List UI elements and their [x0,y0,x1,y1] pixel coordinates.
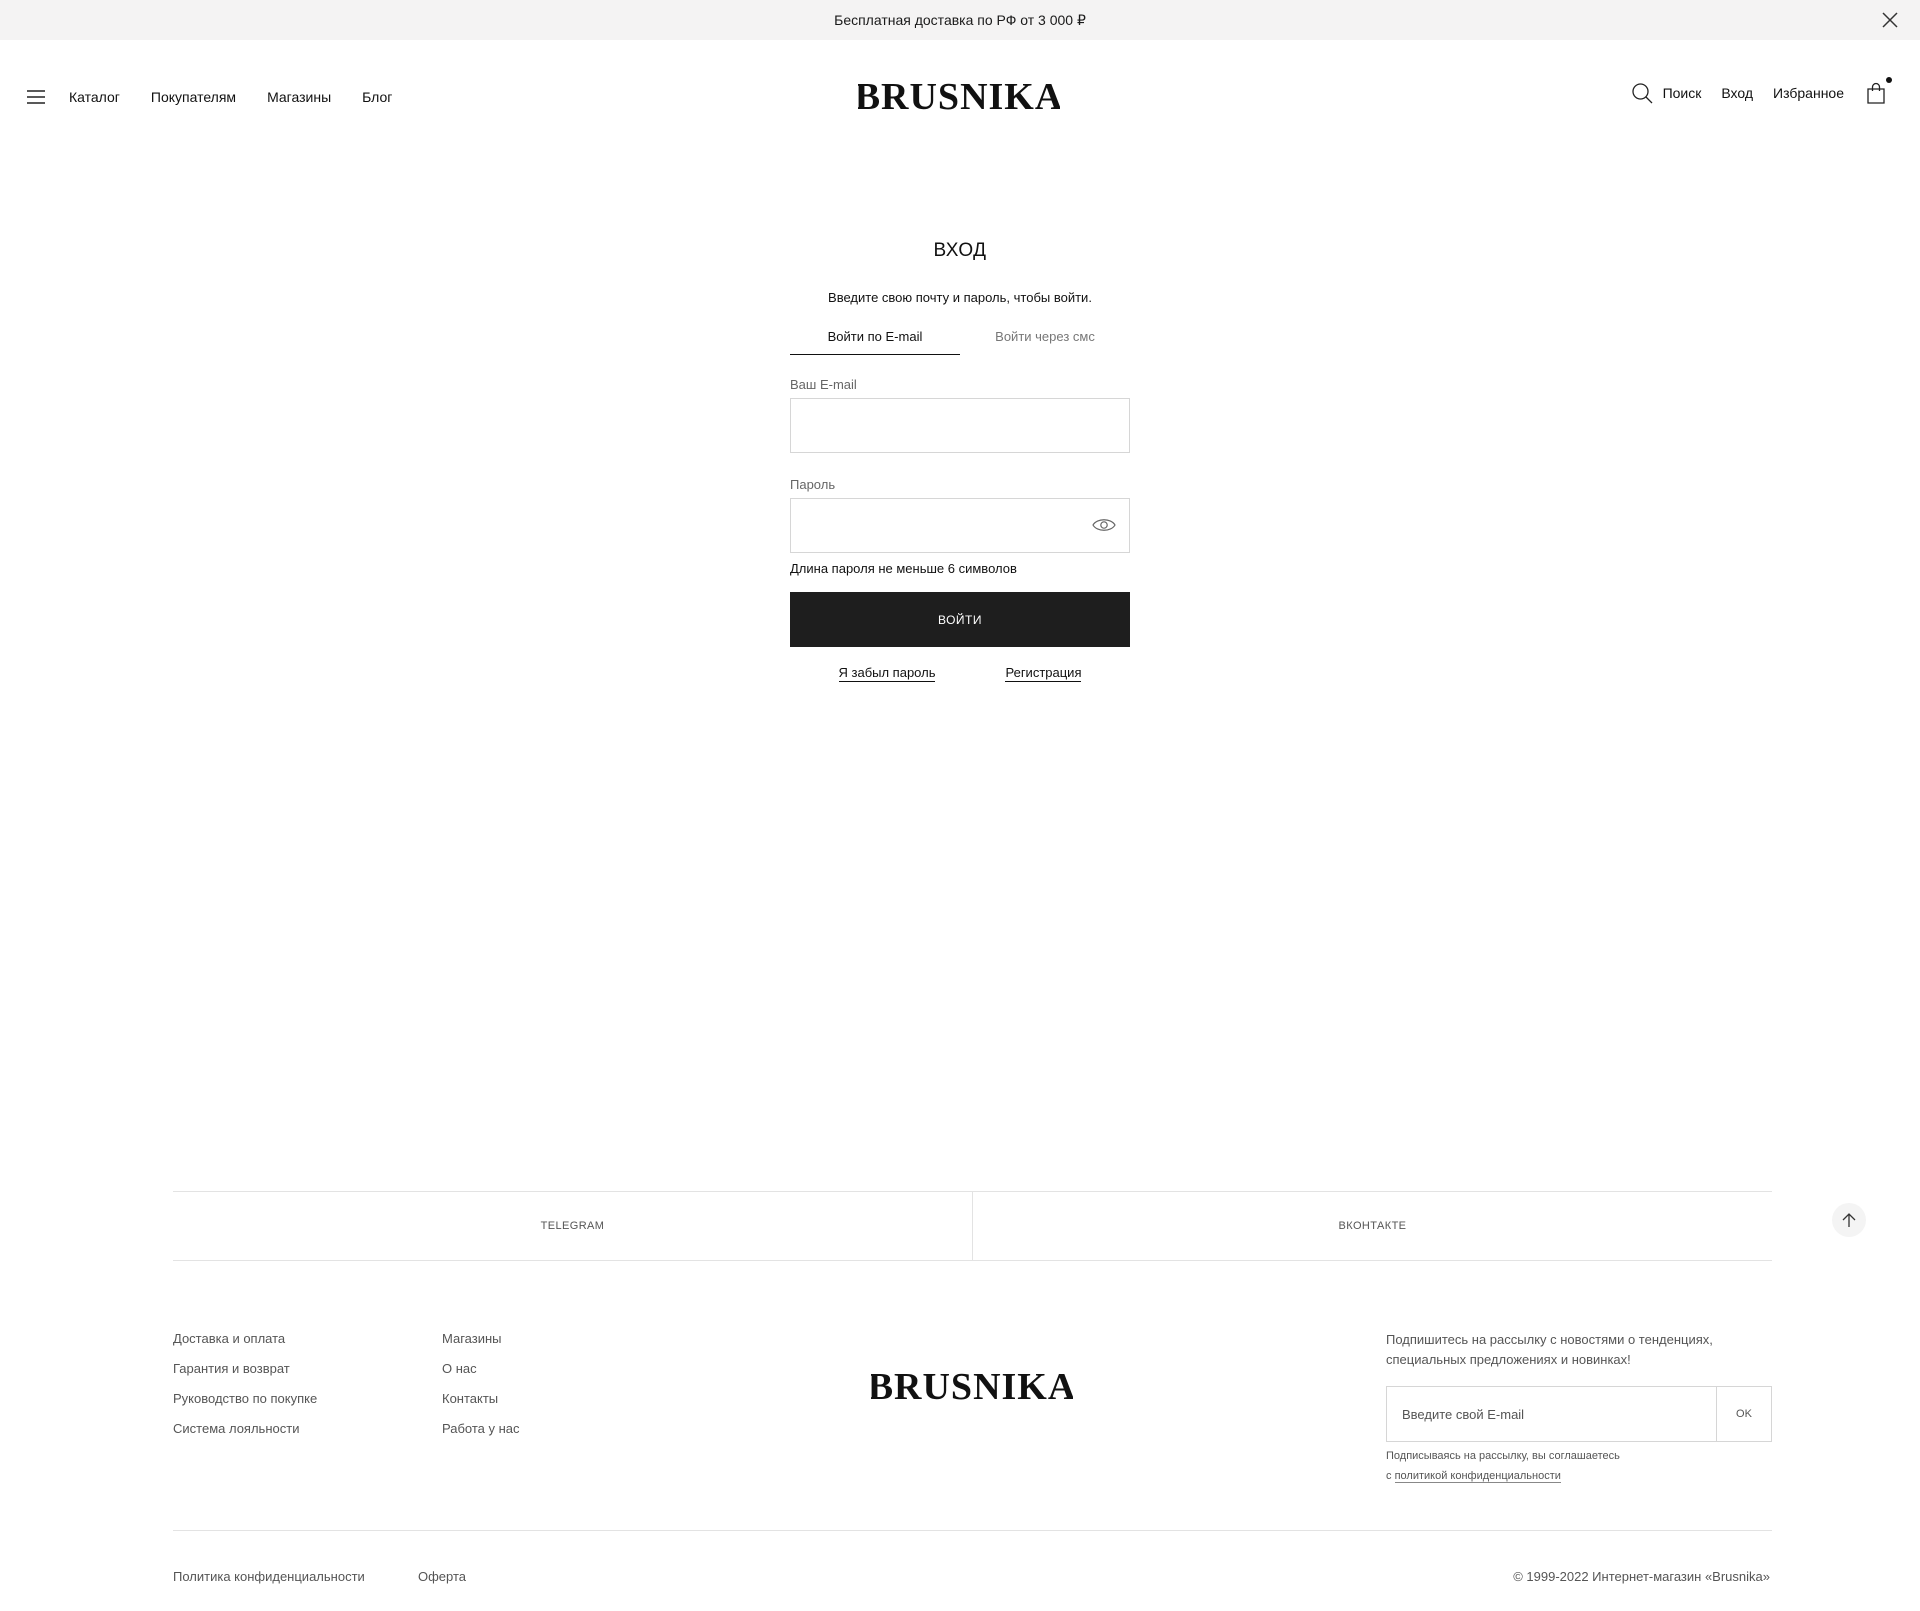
footer-col-customers: Доставка и оплата Гарантия и возврат Рук… [173,1330,317,1450]
search-icon[interactable] [1631,82,1653,104]
search-link[interactable]: Поиск [1663,85,1702,101]
cart-icon [1867,82,1885,104]
close-icon[interactable] [1880,10,1900,30]
nav-stores[interactable]: Магазины [267,89,331,105]
subscribe-ok-button[interactable]: OK [1716,1387,1771,1441]
vk-link[interactable]: ВКОНТАКТЕ [973,1192,1772,1260]
telegram-link[interactable]: TELEGRAM [173,1192,973,1260]
footer-link-contacts[interactable]: Контакты [442,1390,520,1420]
consent-text: Подписываясь на рассылку, вы соглашаетес… [1386,1450,1620,1462]
svg-text:BRUSNIKA: BRUSNIKA [858,76,1060,118]
login-form: ВХОД Введите свою почту и пароль, чтобы … [790,240,1130,682]
password-wrapper [790,498,1130,553]
subscribe-text: Подпишитесь на рассылку с новостями о те… [1386,1332,1713,1367]
footer-link-delivery[interactable]: Доставка и оплата [173,1330,317,1360]
login-intro: Введите свою почту и пароль, чтобы войти… [828,290,1092,305]
email-field[interactable] [790,398,1130,453]
nav-catalog[interactable]: Каталог [69,89,120,105]
social-links: TELEGRAM ВКОНТАКТЕ [173,1191,1772,1261]
subscribe-form: OK [1386,1386,1772,1442]
login-tabs: Войти по E-mail Войти через смс [790,329,1130,355]
footer-offer-link[interactable]: Оферта [418,1569,466,1584]
svg-text:BRUSNIKA: BRUSNIKA [871,1369,1073,1403]
brand-logo[interactable]: BRUSNIKA [858,74,1060,118]
footer-privacy-link[interactable]: Политика конфиденциальности [173,1569,365,1584]
eye-icon[interactable] [1092,516,1116,534]
email-label: Ваш E-mail [790,377,857,392]
register-link[interactable]: Регистрация [1005,665,1082,682]
footer-link-careers[interactable]: Работа у нас [442,1420,520,1450]
footer-col-company: Магазины О нас Контакты Работа у нас [442,1330,520,1450]
copyright-text: © 1999-2022 Интернет-магазин «Brusnika» [1513,1569,1770,1584]
footer-link-about[interactable]: О нас [442,1360,520,1390]
subscribe-consent: Подписываясь на рассылку, вы соглашаетес… [1386,1446,1772,1486]
site-header: Каталог Покупателям Магазины Блог BRUSNI… [0,40,1920,156]
password-hint: Длина пароля не меньше 6 символов [790,561,1017,576]
tab-sms-login[interactable]: Войти через смс [960,329,1130,355]
nav-customers[interactable]: Покупателям [151,89,236,105]
consent-line: с политикой конфиденциальности [1386,1466,1772,1486]
password-field[interactable] [790,498,1130,553]
privacy-policy-link[interactable]: политикой конфиденциальности [1394,1470,1561,1483]
arrow-up-icon [1842,1213,1856,1227]
cart-button[interactable] [1866,77,1892,104]
promo-bar: Бесплатная доставка по РФ от 3 000 ₽ [0,0,1920,40]
footer-link-loyalty[interactable]: Система лояльности [173,1420,317,1450]
footer-bottom: Политика конфиденциальности Оферта © 199… [173,1530,1772,1611]
footer-link-stores[interactable]: Магазины [442,1330,520,1360]
footer-logo[interactable]: BRUSNIKA [871,1369,1073,1403]
footer-link-warranty[interactable]: Гарантия и возврат [173,1360,317,1390]
favorites-link[interactable]: Избранное [1773,85,1844,101]
password-label: Пароль [790,477,836,492]
main-nav: Каталог Покупателям Магазины Блог [69,89,392,105]
forgot-password-link[interactable]: Я забыл пароль [838,665,936,682]
page-title: ВХОД [933,240,987,261]
login-submit-button[interactable]: ВОЙТИ [790,592,1130,647]
consent-prefix: с [1386,1470,1392,1482]
login-link[interactable]: Вход [1721,85,1753,101]
nav-blog[interactable]: Блог [362,89,392,105]
cart-badge-dot [1886,77,1892,83]
login-links: Я забыл пароль Регистрация [790,665,1130,682]
tab-email-login[interactable]: Войти по E-mail [790,329,960,355]
burger-menu-icon[interactable] [26,88,46,106]
footer-link-guide[interactable]: Руководство по покупке [173,1390,317,1420]
promo-text: Бесплатная доставка по РФ от 3 000 ₽ [834,11,1086,28]
newsletter-subscribe: Подпишитесь на рассылку с новостями о те… [1386,1330,1772,1486]
header-actions: Поиск Вход Избранное [1631,77,1892,104]
subscribe-email-input[interactable] [1387,1387,1716,1441]
scroll-top-button[interactable] [1832,1203,1866,1237]
